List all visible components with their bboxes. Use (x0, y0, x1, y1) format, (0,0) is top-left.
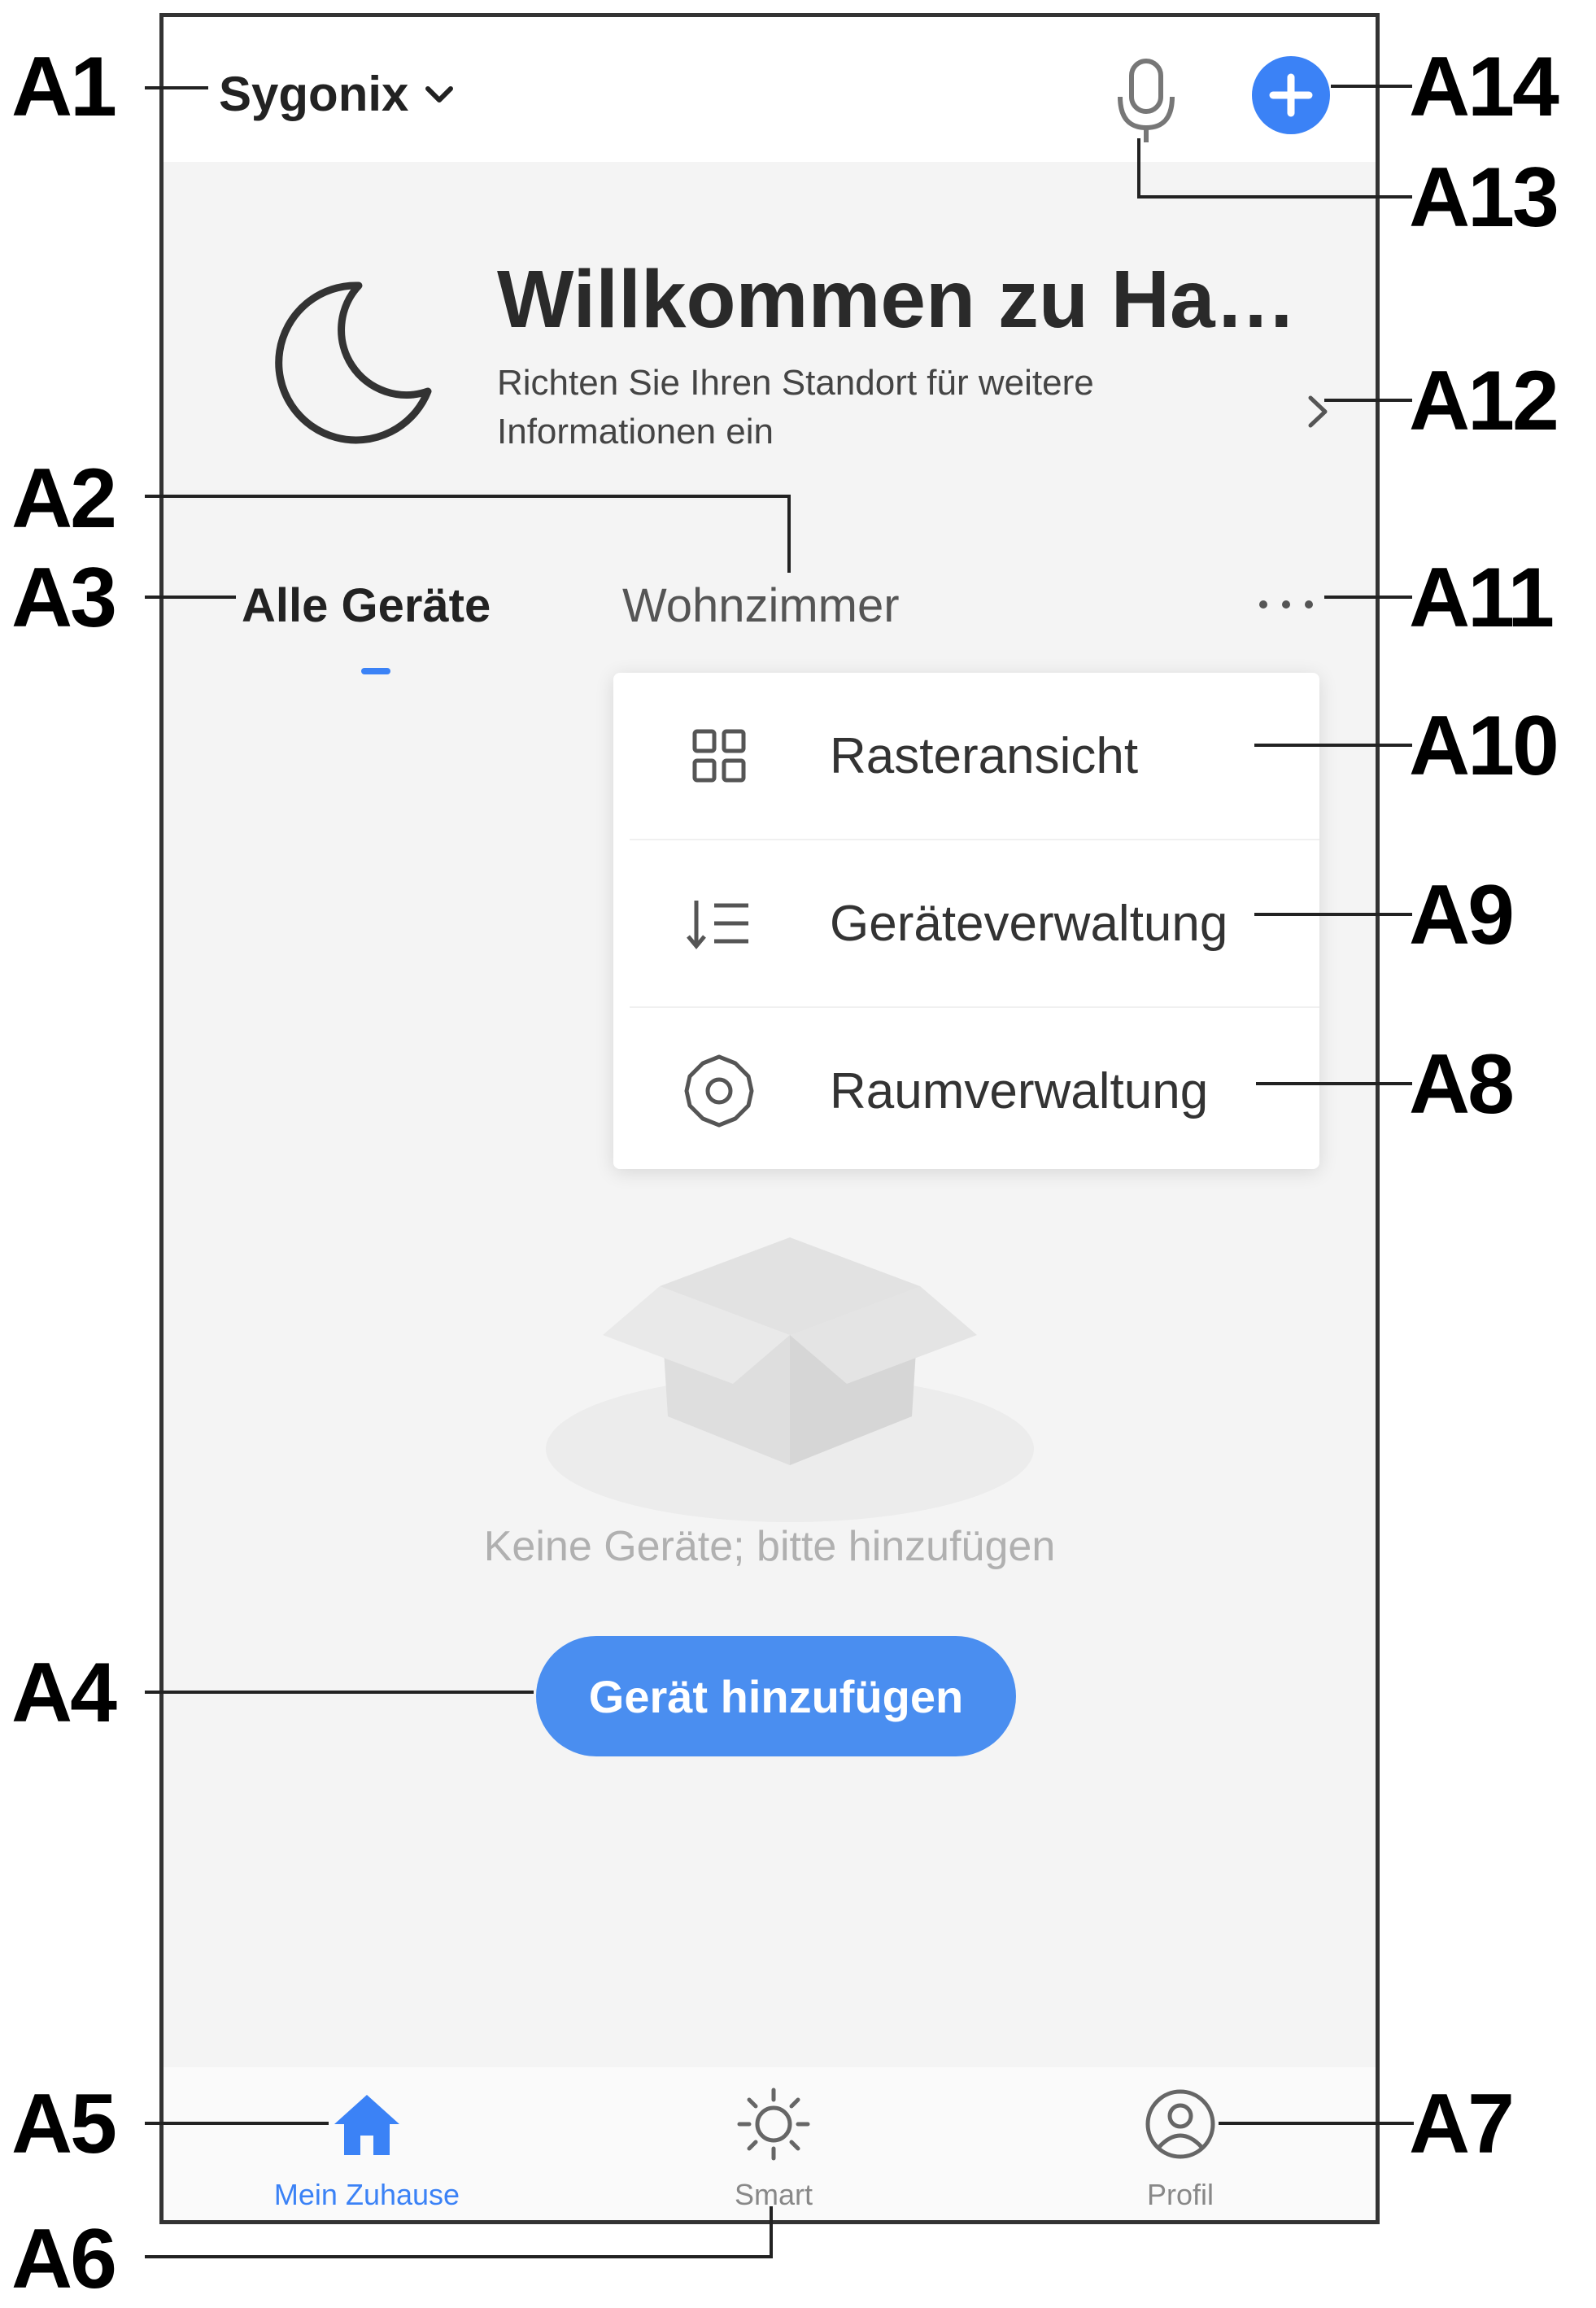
add-device-button[interactable]: Gerät hinzufügen (536, 1636, 1016, 1756)
menu-item-label: Rasteransicht (830, 727, 1139, 784)
profile-icon (1145, 2089, 1215, 2159)
empty-state-message: Keine Geräte; bitte hinzufügen (483, 1523, 1056, 1570)
leader-line (1137, 138, 1140, 199)
leader-line (770, 2206, 773, 2258)
leader-line (787, 495, 791, 573)
leader-line (1324, 399, 1412, 402)
sun-icon (737, 2088, 810, 2161)
phone-screen: Sygonix Willkommen zu Ha… Richten Sie Ih… (159, 13, 1380, 2224)
annotation-label: A4 (11, 1646, 117, 1740)
annotation-label: A9 (1409, 868, 1515, 962)
menu-item-room-management[interactable]: Raumverwaltung (613, 1008, 1319, 1174)
active-tab-indicator (361, 668, 390, 674)
nav-item-profile[interactable]: Profil (1058, 2067, 1302, 2220)
annotation-label: A7 (1409, 2077, 1515, 2171)
annotation-label: A10 (1409, 699, 1559, 793)
annotation-label: A2 (11, 452, 117, 546)
gear-icon (684, 1054, 754, 1128)
nav-label: Profil (1146, 2178, 1214, 2211)
leader-line (145, 1691, 534, 1694)
annotation-label: A3 (11, 551, 117, 645)
annotation-label: A1 (11, 40, 117, 134)
welcome-subtitle[interactable]: Richten Sie Ihren Standort für weitere I… (497, 359, 1229, 456)
annotation-label: A12 (1409, 354, 1559, 448)
annotation-label: A5 (11, 2077, 117, 2171)
bottom-navigation: Mein Zuhause Smart Profil (164, 2067, 1376, 2220)
menu-item-label: Raumverwaltung (830, 1062, 1209, 1119)
annotation-label: A6 (11, 2212, 117, 2306)
leader-line (1219, 2122, 1414, 2125)
leader-line (1139, 195, 1412, 199)
tab-all-devices[interactable]: Alle Geräte (242, 578, 491, 633)
annotation-label: A13 (1409, 151, 1559, 245)
grid-icon (692, 729, 746, 783)
annotation-label: A14 (1409, 40, 1559, 134)
more-icon[interactable] (1254, 595, 1319, 614)
leader-line (1324, 596, 1412, 599)
home-selector[interactable]: Sygonix (219, 66, 456, 122)
leader-line (1256, 1082, 1412, 1085)
moon-icon (275, 281, 432, 444)
microphone-icon[interactable] (1107, 56, 1185, 146)
plus-icon (1269, 73, 1313, 117)
tab-wohnzimmer[interactable]: Wohnzimmer (622, 578, 900, 633)
empty-box-illustration (546, 1237, 1034, 1522)
nav-item-home[interactable]: Mein Zuhause (245, 2067, 489, 2220)
leader-line (145, 86, 208, 89)
chevron-down-icon (425, 85, 454, 103)
home-name-label: Sygonix (219, 67, 409, 121)
menu-item-grid-view[interactable]: Rasteransicht (613, 673, 1319, 839)
chevron-right-icon[interactable] (1302, 391, 1335, 432)
leader-line (1254, 744, 1412, 747)
leader-line (145, 2255, 773, 2258)
leader-line (145, 596, 236, 599)
home-icon (334, 2095, 399, 2155)
menu-item-label: Geräteverwaltung (830, 895, 1228, 952)
annotation-label: A8 (1409, 1037, 1515, 1132)
leader-line (1254, 913, 1412, 916)
nav-item-smart[interactable]: Smart (652, 2067, 896, 2220)
top-bar: Sygonix (164, 17, 1376, 162)
sort-list-icon (687, 901, 748, 949)
menu-item-device-management[interactable]: Geräteverwaltung (613, 840, 1319, 1006)
welcome-title: Willkommen zu Ha… (497, 254, 1297, 345)
leader-line (1331, 85, 1412, 88)
leader-line (145, 2122, 329, 2125)
dropdown-menu: Rasteransicht Geräteverwaltung Raumverwa… (613, 673, 1319, 1169)
nav-label: Smart (734, 2178, 813, 2211)
annotation-label: A11 (1409, 551, 1555, 645)
nav-label: Mein Zuhause (273, 2178, 460, 2211)
add-button[interactable] (1252, 56, 1330, 134)
leader-line (145, 495, 789, 498)
